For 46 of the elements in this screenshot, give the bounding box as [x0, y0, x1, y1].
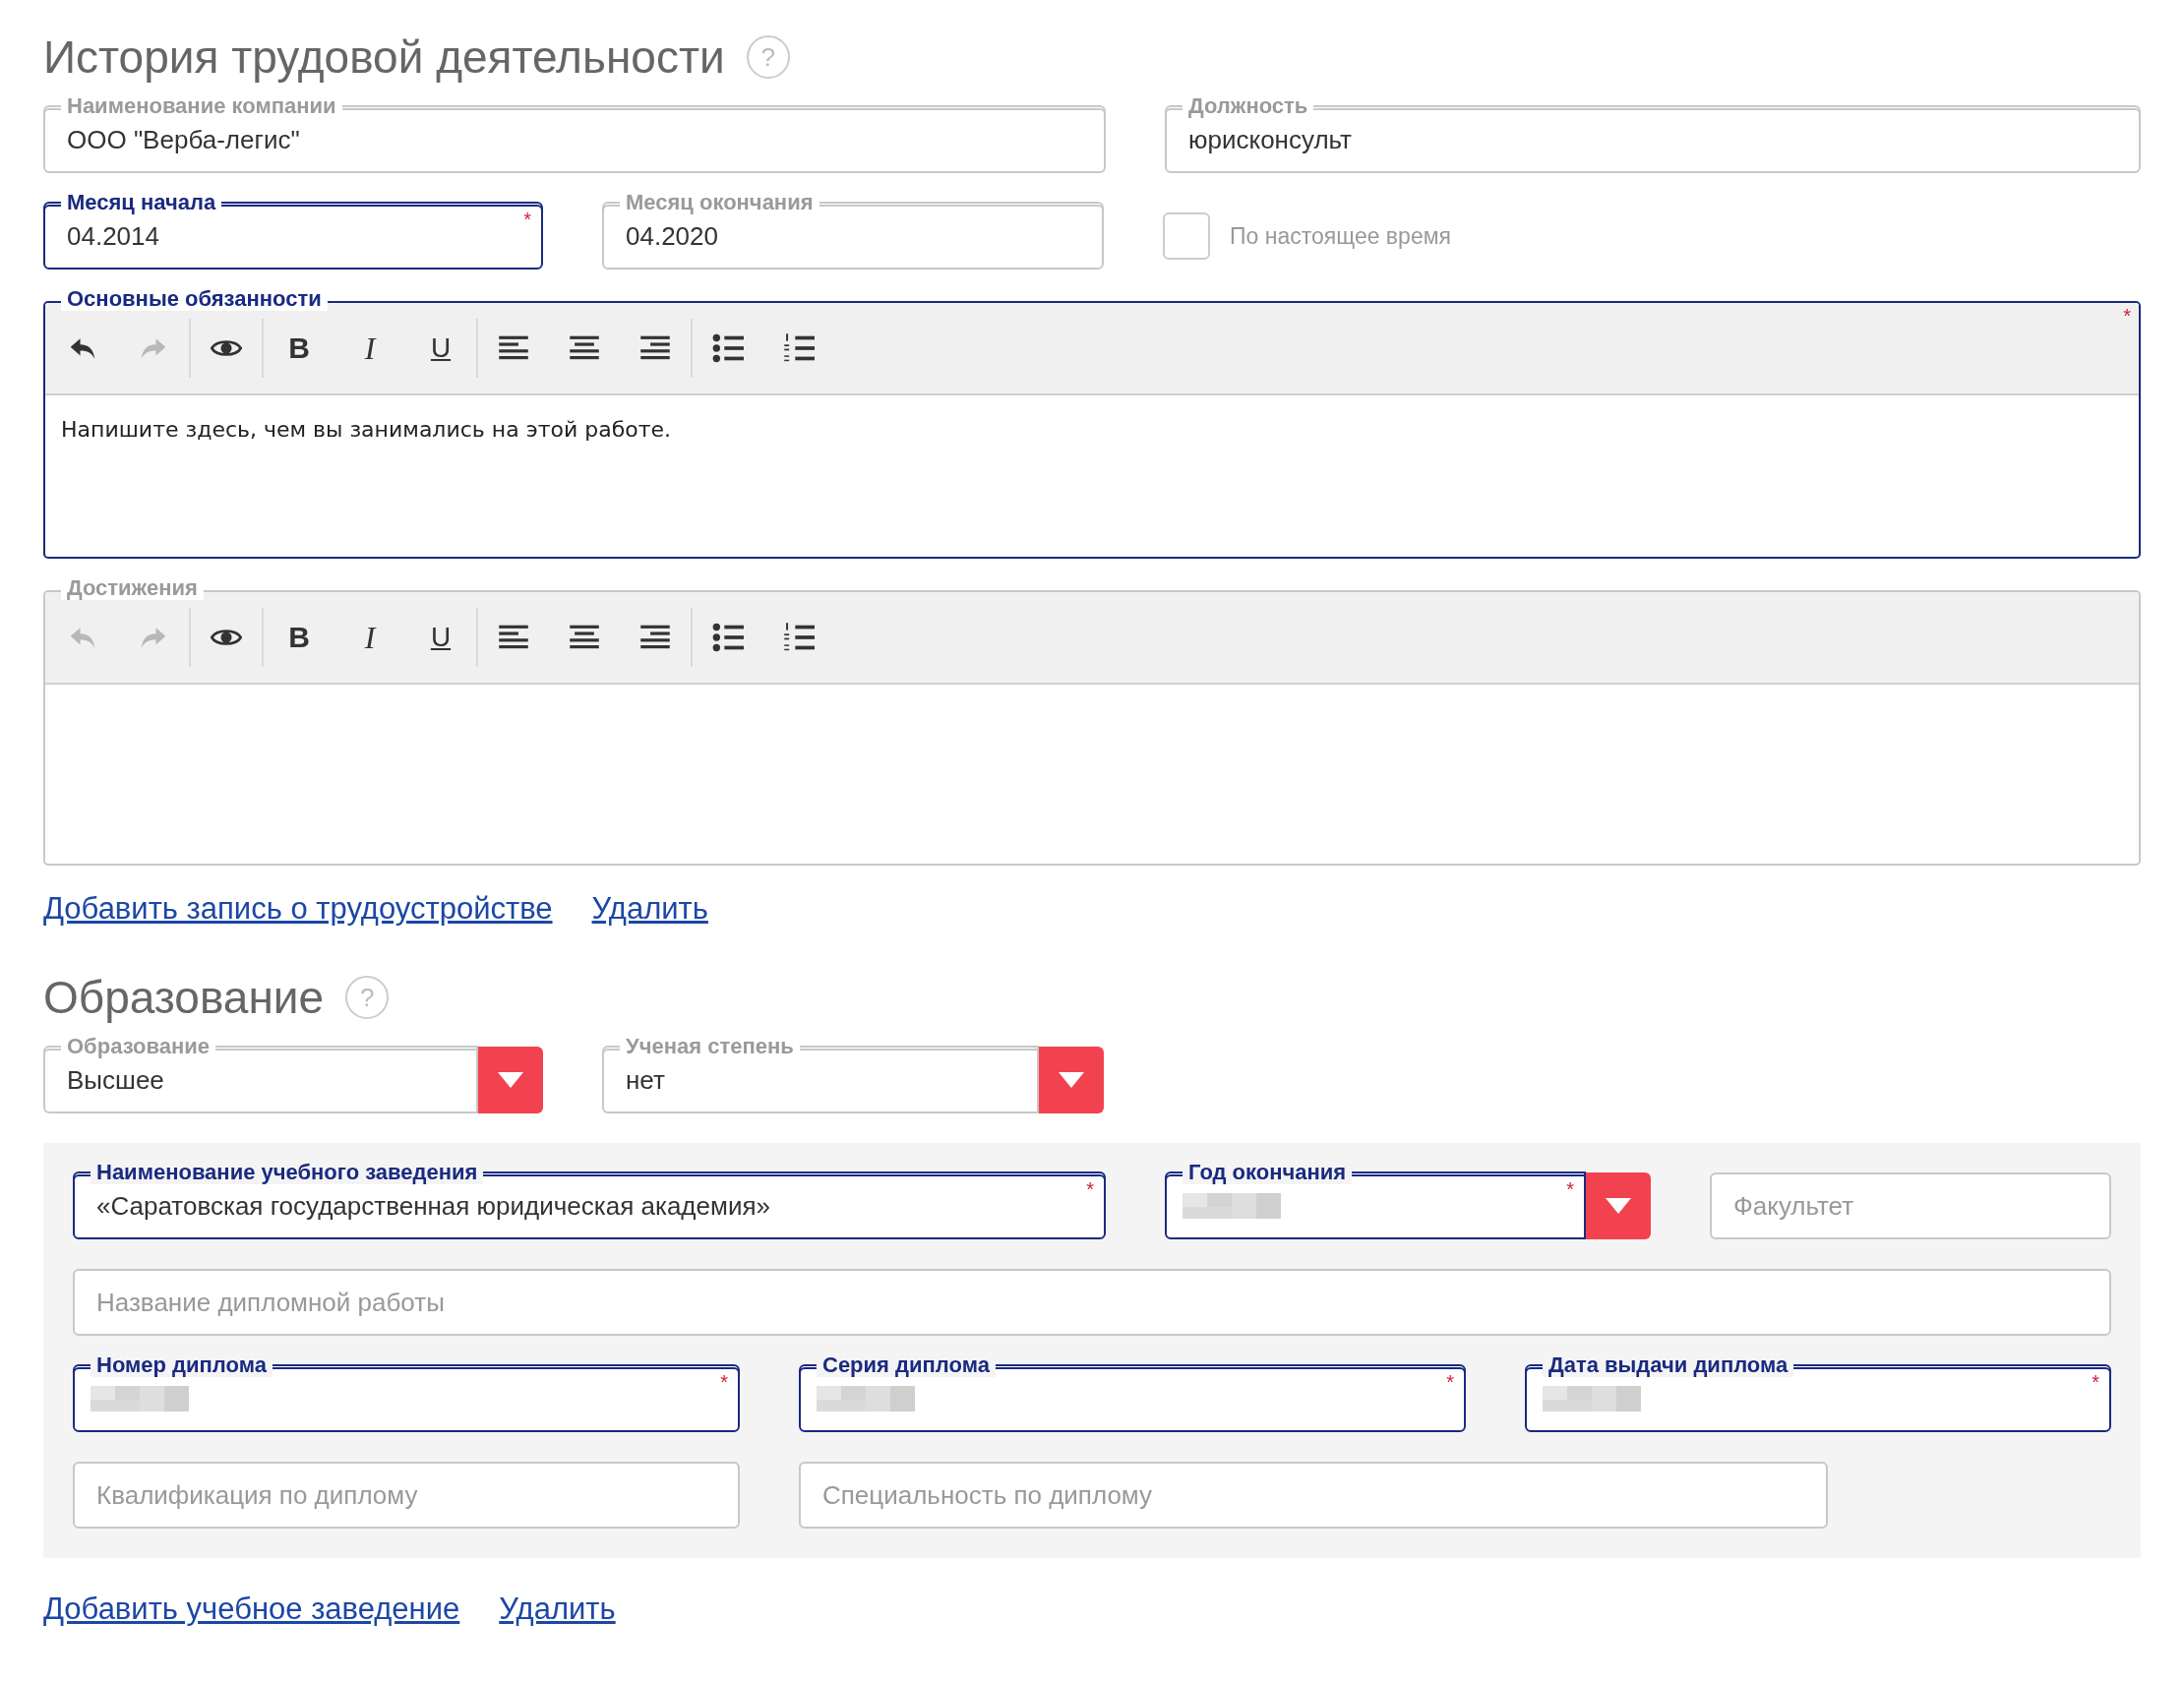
text-field[interactable]: Наименование компании ООО "Верба-легис": [43, 94, 1106, 173]
field-label: Наименование учебного заведения: [91, 1161, 484, 1184]
text-field[interactable]: Наименование учебного заведения «Саратовская государственная юридическая академия» *: [73, 1161, 1106, 1239]
add-link[interactable]: Добавить учебное заведение: [43, 1592, 460, 1627]
required-mark: *: [2092, 1371, 2099, 1394]
caret-icon: [1606, 1198, 1631, 1214]
select-field[interactable]: Ученая степень нет: [602, 1035, 1039, 1113]
underline-button[interactable]: U: [405, 319, 476, 378]
checkbox-label: По настоящее время: [1230, 222, 1451, 250]
bold-button[interactable]: B: [264, 319, 334, 378]
delete-link[interactable]: Удалить: [499, 1592, 616, 1627]
delete-link[interactable]: Удалить: [591, 891, 708, 927]
underline-button[interactable]: U: [405, 608, 476, 667]
editor-text[interactable]: Напишите здесь, чем вы занимались на этой работе.: [45, 395, 2139, 557]
caret-icon: [1059, 1072, 1084, 1088]
select-field[interactable]: Год окончания *: [1165, 1161, 1586, 1239]
numbered-list-icon: [783, 332, 815, 364]
text-field[interactable]: Должность юрисконсульт: [1165, 94, 2141, 173]
text-field[interactable]: Дата выдачи диплома *: [1525, 1353, 2111, 1432]
bulleted-list-icon: [712, 332, 744, 364]
add-link[interactable]: Добавить запись о трудоустройстве: [43, 891, 553, 927]
section-heading: Образование: [43, 971, 325, 1024]
required-mark: *: [523, 209, 531, 231]
field-label: Образование: [61, 1035, 215, 1058]
text-field[interactable]: Серия диплома *: [799, 1353, 1466, 1432]
required-mark: *: [1566, 1178, 1574, 1201]
bulleted-list-icon: [712, 622, 744, 653]
field-label: Основные обязанности: [61, 287, 328, 311]
caret-icon: [498, 1072, 523, 1088]
required-mark: *: [1086, 1178, 1094, 1201]
text-field[interactable]: Номер диплома *: [73, 1353, 740, 1432]
required-mark: *: [1446, 1371, 1454, 1394]
italic-button[interactable]: I: [334, 319, 405, 378]
checkbox[interactable]: [1163, 212, 1210, 260]
dropdown-button[interactable]: [1586, 1172, 1651, 1239]
section-heading: История трудовой деятельности: [43, 30, 725, 84]
numbered-list-icon: [783, 622, 815, 653]
required-mark: *: [720, 1371, 728, 1394]
italic-button[interactable]: I: [334, 608, 405, 667]
required-mark: *: [2123, 305, 2131, 328]
select-field[interactable]: Образование Высшее: [43, 1035, 478, 1113]
dropdown-button[interactable]: [478, 1047, 543, 1113]
bold-button[interactable]: B: [264, 608, 334, 667]
dropdown-button[interactable]: [1039, 1047, 1104, 1113]
text-field[interactable]: Месяц окончания 04.2020: [602, 191, 1104, 270]
text-field[interactable]: Месяц начала 04.2014 *: [43, 191, 543, 270]
